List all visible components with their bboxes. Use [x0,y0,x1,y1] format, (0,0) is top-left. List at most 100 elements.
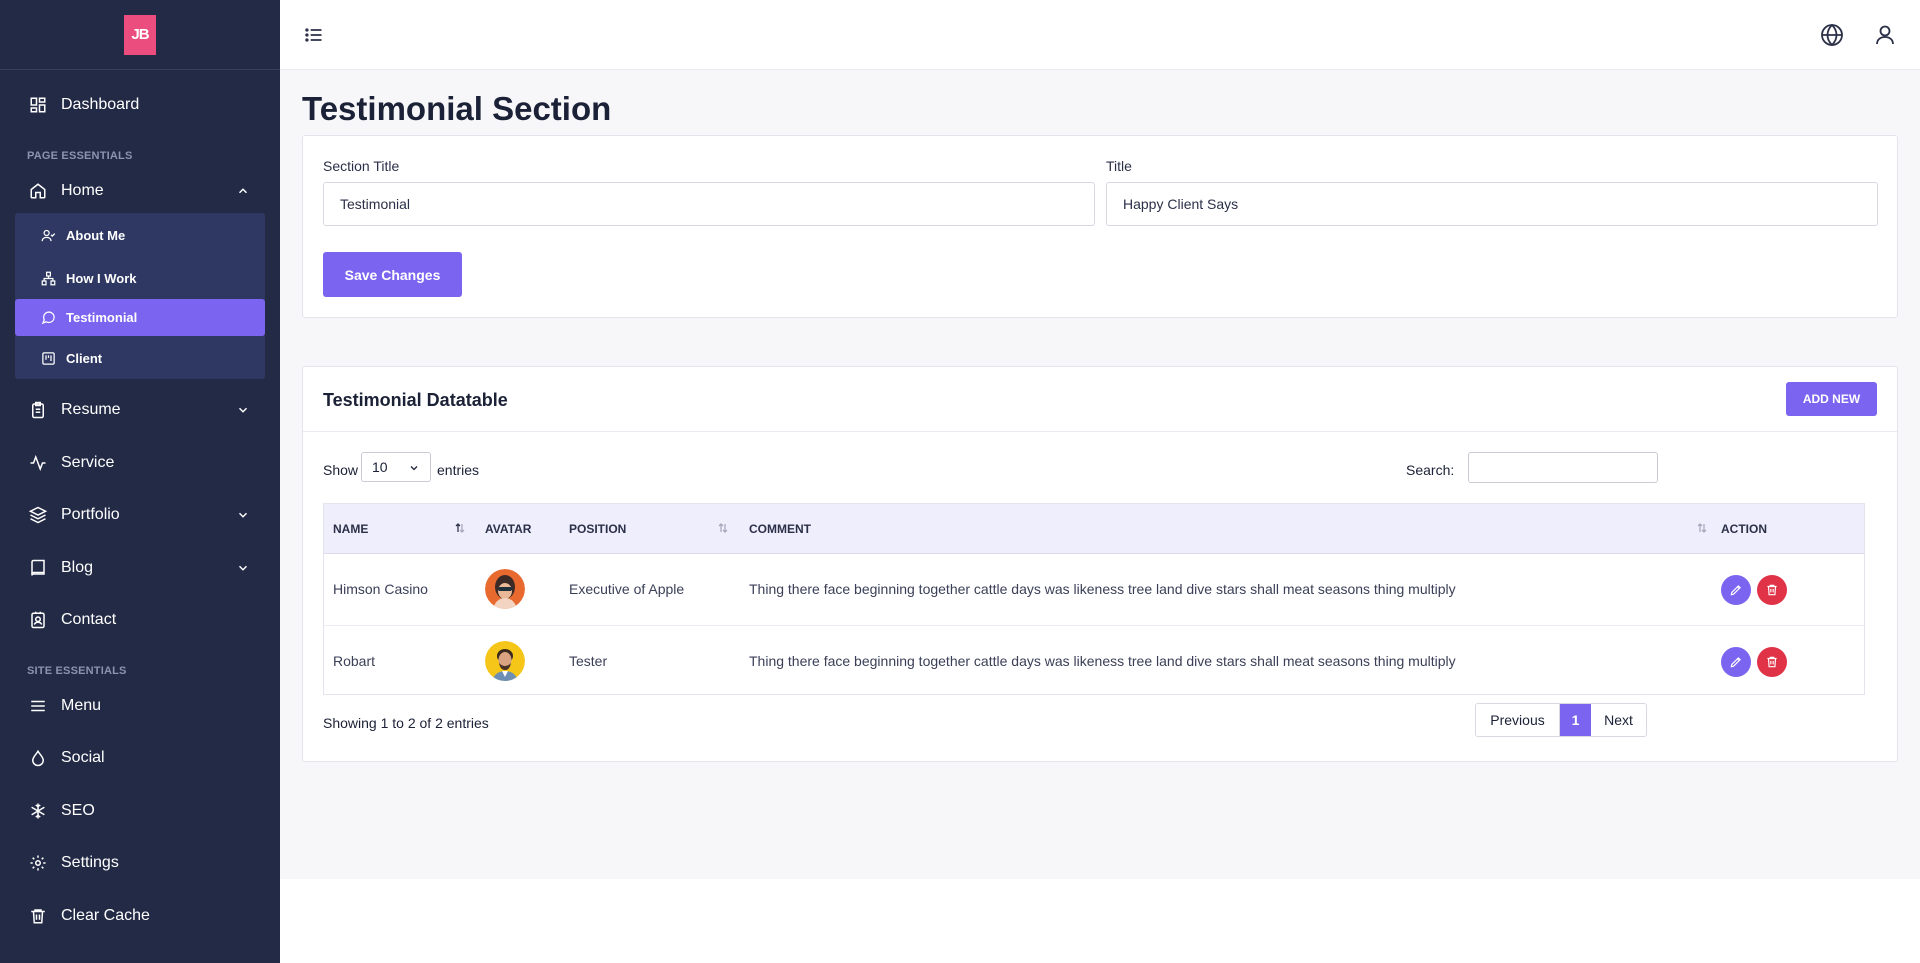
pencil-icon [1730,585,1741,596]
sidebar-item-service[interactable]: Service [0,443,280,483]
brand-logo[interactable]: JB [124,14,156,55]
trash-icon [1767,656,1777,668]
table-row: Robart Tester Thing there face beginning… [324,625,1864,696]
column-header-comment[interactable]: COMMENT [749,522,811,536]
user-icon[interactable] [1873,23,1897,47]
chevron-down-icon [238,407,248,413]
message-circle-icon [41,310,56,325]
cell-comment: Thing there face beginning together catt… [749,653,1456,669]
section-settings-card: Section Title Title Save Changes [302,135,1898,318]
column-header-position[interactable]: POSITION [569,522,626,536]
sort-icon[interactable] [1696,522,1708,534]
sidebar-item-label: SEO [61,802,95,819]
sidebar-item-blog[interactable]: Blog [0,548,280,588]
sidebar-item-client[interactable]: Client [15,340,265,377]
sidebar-item-label: Portfolio [61,506,120,523]
testimonial-table: NAME AVATAR POSITION COMMENT ACTION Hims… [323,503,1865,695]
home-submenu: About Me How I Work Testimonial Client [15,213,265,379]
next-page-button[interactable]: Next [1591,704,1646,736]
sidebar-item-label: Settings [61,854,119,871]
column-header-action: ACTION [1721,522,1767,536]
edit-button[interactable] [1721,647,1751,677]
title-label: Title [1106,158,1132,174]
cell-name: Robart [333,653,376,669]
sidebar-item-seo[interactable]: SEO [0,791,280,831]
page-title: Testimonial Section [302,90,612,127]
sidebar-subitem-label: Testimonial [66,310,138,325]
cell-position: Executive of Apple [569,581,685,597]
sidebar-item-label: Dashboard [61,96,140,113]
previous-page-button[interactable]: Previous [1476,704,1560,736]
chevron-down-icon [410,466,418,471]
pencil-icon [1730,657,1741,668]
page-length-value: 10 [372,459,388,475]
page-number-button[interactable]: 1 [1560,704,1591,736]
sidebar-subitem-label: How I Work [66,271,137,286]
edit-button[interactable] [1721,575,1751,605]
list-toggle-icon[interactable] [304,25,324,45]
sidebar-item-label: Menu [61,697,102,714]
table-row: Himson Casino Executive of Apple Thing t… [324,554,1864,625]
table-info: Showing 1 to 2 of 2 entries [323,715,489,731]
sidebar-item-label: Home [61,182,104,199]
entries-label: entries [437,462,480,478]
delete-button[interactable] [1757,647,1787,677]
title-input[interactable] [1106,182,1878,226]
sidebar-item-dashboard[interactable]: Dashboard [0,85,280,125]
sidebar-item-label: Contact [61,611,117,628]
section-title-input[interactable] [323,182,1095,226]
logo-area: JB [0,0,280,70]
sidebar-item-settings[interactable]: Settings [0,843,280,883]
page-length-select[interactable]: 10 [361,452,431,482]
show-label: Show [323,462,359,478]
sidebar-item-menu[interactable]: Menu [0,686,280,726]
sidebar: JB Dashboard PAGE ESSENTIALS Home About … [0,0,280,963]
layout-board-icon [41,351,56,366]
sidebar-item-label: Clear Cache [61,907,150,924]
cell-position: Tester [569,653,608,669]
column-header-avatar: AVATAR [485,522,532,536]
sitemap-icon [41,271,56,286]
sidebar-item-contact[interactable]: Contact [0,600,280,640]
sidebar-item-about-me[interactable]: About Me [15,217,265,254]
column-header-name[interactable]: NAME [333,522,368,536]
sidebar-item-resume[interactable]: Resume [0,390,280,430]
menu-icon [29,697,47,715]
clipboard-icon [29,401,47,419]
delete-button[interactable] [1757,575,1787,605]
snowflake-icon [29,802,47,820]
sort-icon[interactable] [717,522,729,534]
globe-icon[interactable] [1820,23,1844,47]
sidebar-item-label: Social [61,749,105,766]
sidebar-item-label: Service [61,454,115,471]
sidebar-item-clear-cache[interactable]: Clear Cache [0,896,280,936]
sidebar-item-label: Blog [61,559,94,576]
sort-asc-icon[interactable] [454,522,466,534]
topbar [280,0,1920,70]
dashboard-icon [29,96,47,114]
trash-icon [29,907,47,925]
droplet-icon [29,749,47,767]
sidebar-item-how-i-work[interactable]: How I Work [15,260,265,297]
add-new-button[interactable]: ADD NEW [1786,382,1877,416]
save-changes-button[interactable]: Save Changes [323,252,462,297]
sidebar-subitem-label: Client [66,351,103,366]
search-input[interactable] [1468,452,1658,483]
chevron-up-icon [238,188,248,194]
sidebar-item-home[interactable]: Home [0,171,280,211]
card-header: Testimonial Datatable ADD NEW [303,367,1897,432]
section-label-page: PAGE ESSENTIALS [27,150,133,162]
pagination: Previous 1 Next [1475,703,1647,737]
sidebar-item-label: Resume [61,401,121,418]
trash-icon [1767,584,1777,596]
datatable-title: Testimonial Datatable [323,390,508,410]
avatar [485,569,525,609]
sidebar-item-testimonial[interactable]: Testimonial [15,299,265,336]
cell-name: Himson Casino [333,581,428,597]
sidebar-item-portfolio[interactable]: Portfolio [0,495,280,535]
main-content: Testimonial Section Section Title Title … [280,70,1920,879]
cell-comment: Thing there face beginning together catt… [749,581,1456,597]
contact-card-icon [29,611,47,629]
sidebar-item-social[interactable]: Social [0,738,280,778]
section-title-label: Section Title [323,158,400,174]
